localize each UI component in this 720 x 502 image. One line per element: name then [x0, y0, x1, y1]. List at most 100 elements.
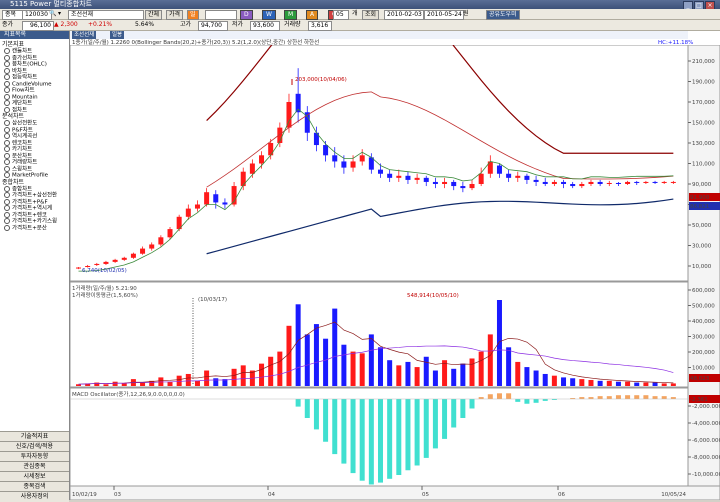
- count-input[interactable]: 05: [333, 10, 349, 20]
- period-m-button[interactable]: M: [284, 10, 298, 20]
- candle-body: [332, 155, 338, 162]
- radio-icon: [4, 192, 10, 198]
- radio-icon: [4, 48, 10, 54]
- radio-icon: [4, 185, 10, 192]
- price-tick-label: 210,000: [692, 59, 715, 65]
- toolbar-button-3[interactable]: 일: [187, 10, 199, 20]
- vol1-label: 고가: [180, 21, 192, 28]
- x-axis-label: 10/02/19: [72, 492, 97, 498]
- candle-body: [414, 177, 420, 180]
- macd-bar-positive: [597, 396, 603, 399]
- volume-bar: [423, 356, 429, 386]
- volume-bar: [570, 378, 576, 386]
- volume-bar: [506, 347, 512, 386]
- macd-bar-negative: [451, 399, 457, 428]
- volume-bar: [597, 380, 603, 386]
- volume-bar: [670, 383, 676, 386]
- chart-svg[interactable]: 210,000 190,000 170,000 150,000 130,000 110,0…: [70, 45, 720, 500]
- macd-tick-label: -6,000.000: [692, 438, 720, 444]
- chart-legend-bar: 조선선재 일봉: [70, 31, 688, 39]
- vol3-label: 거래량: [284, 21, 301, 28]
- volume-bar: [378, 347, 383, 386]
- period-a-button[interactable]: A: [306, 10, 319, 20]
- view-button[interactable]: 조회: [362, 10, 380, 20]
- date-from-input[interactable]: 2010-02-03: [384, 10, 424, 20]
- candle-body: [652, 181, 658, 183]
- macd-legend: MACD Oscillator(종가,12,26,9,0.0,0,0,0.0): [72, 390, 185, 398]
- price-tick-label: 130,000: [692, 141, 715, 147]
- x-axis-label: 05: [422, 492, 429, 498]
- macd-tick-label: -2,000.000: [692, 404, 720, 410]
- window-title: 5115 Power 멀티종합차트: [10, 0, 93, 8]
- vol1-value: 94,700: [198, 21, 228, 31]
- macd-bar-positive: [606, 396, 612, 399]
- macd-bar-negative: [542, 399, 548, 401]
- chart-tab-stock[interactable]: 조선선재: [72, 31, 97, 39]
- candle-body: [634, 181, 640, 183]
- candle-body: [423, 177, 429, 182]
- code-input[interactable]: 120030: [22, 10, 52, 20]
- macd-bar-negative: [323, 399, 329, 442]
- macd-bar-negative: [432, 399, 438, 449]
- volume-tick-label: 500,000: [692, 304, 715, 310]
- dropdown-icon[interactable]: ▾: [58, 10, 61, 18]
- candle-body: [204, 192, 210, 205]
- date-to-input[interactable]: 2010-05-24: [424, 10, 464, 20]
- period-d-button[interactable]: D: [240, 10, 253, 20]
- candle-body: [588, 181, 594, 184]
- share-button[interactable]: 공유도우미: [486, 10, 520, 20]
- volume-bar: [176, 375, 182, 386]
- candle-body: [194, 204, 200, 209]
- candle-body: [625, 181, 631, 184]
- toolbar-button-1[interactable]: 간체: [145, 10, 163, 20]
- x-axis-strip: [70, 485, 720, 500]
- macd-last-badge: -2,361: [690, 397, 708, 403]
- macd-bar-positive: [506, 393, 512, 399]
- indicator-sidebar: 지표목록 기본지표 캔들차트 종가선차트 봉차트(OHLC) 바차트 점등락차트 Candl…: [0, 31, 70, 502]
- search-icon[interactable]: 🔍: [49, 10, 56, 18]
- volume-bar: [231, 368, 237, 386]
- volume-bar: [615, 381, 621, 386]
- candle-body: [396, 175, 402, 178]
- candle-body: [85, 266, 91, 268]
- volume-legend-2: 1거래량이동평균(1,5,60%): [72, 291, 138, 299]
- volume-bar: [313, 324, 319, 386]
- volume-bar: [277, 351, 283, 386]
- macd-bar-negative: [295, 399, 301, 407]
- volume-bar: [387, 360, 393, 386]
- sidebar-group-title: 분석차트: [2, 113, 25, 120]
- radio-icon: [4, 218, 10, 224]
- volume-bar: [368, 334, 374, 386]
- price-high-annotation: 203,000(10/04/06): [295, 77, 347, 83]
- candle-body: [496, 165, 502, 174]
- period-w-button[interactable]: W: [262, 10, 276, 20]
- radio-icon: [4, 205, 10, 211]
- price-tick-label: 190,000: [692, 80, 715, 86]
- volume-bar: [442, 360, 448, 386]
- x-axis-label: 04: [268, 492, 275, 498]
- vol3-value: 3,616: [308, 21, 332, 31]
- macd-bar-positive: [634, 395, 640, 399]
- candle-body: [506, 173, 512, 178]
- volume-bar: [286, 325, 292, 386]
- candle-body: [140, 248, 146, 254]
- chart-tab-period[interactable]: 일봉: [110, 31, 125, 39]
- candle-body: [533, 179, 539, 182]
- macd-bar-positive: [670, 397, 676, 399]
- macd-bar-negative: [524, 399, 530, 404]
- sidebar-bottom-button[interactable]: 사용자정의: [0, 491, 69, 502]
- candle-body: [542, 181, 548, 184]
- radio-icon: [4, 165, 10, 172]
- macd-bar-negative: [469, 399, 475, 409]
- toolbar-button-2[interactable]: 가격: [166, 10, 184, 20]
- radio-icon: [4, 93, 10, 100]
- volume-bar: [185, 373, 191, 386]
- chart-area[interactable]: 조선선재 일봉 1종가(일/주/월) 1.2260 0(Bollinger Ba…: [70, 31, 720, 500]
- volume-tick-label: 200,000: [692, 350, 715, 356]
- sidebar-item[interactable]: 가격차트+분산: [4, 224, 47, 233]
- vol2-value: 93,600: [250, 21, 280, 31]
- market-select[interactable]: 종목: [2, 10, 24, 20]
- price-value: 96,100: [22, 21, 54, 31]
- macd-bar-negative: [442, 399, 448, 439]
- macd-bar-negative: [533, 399, 539, 403]
